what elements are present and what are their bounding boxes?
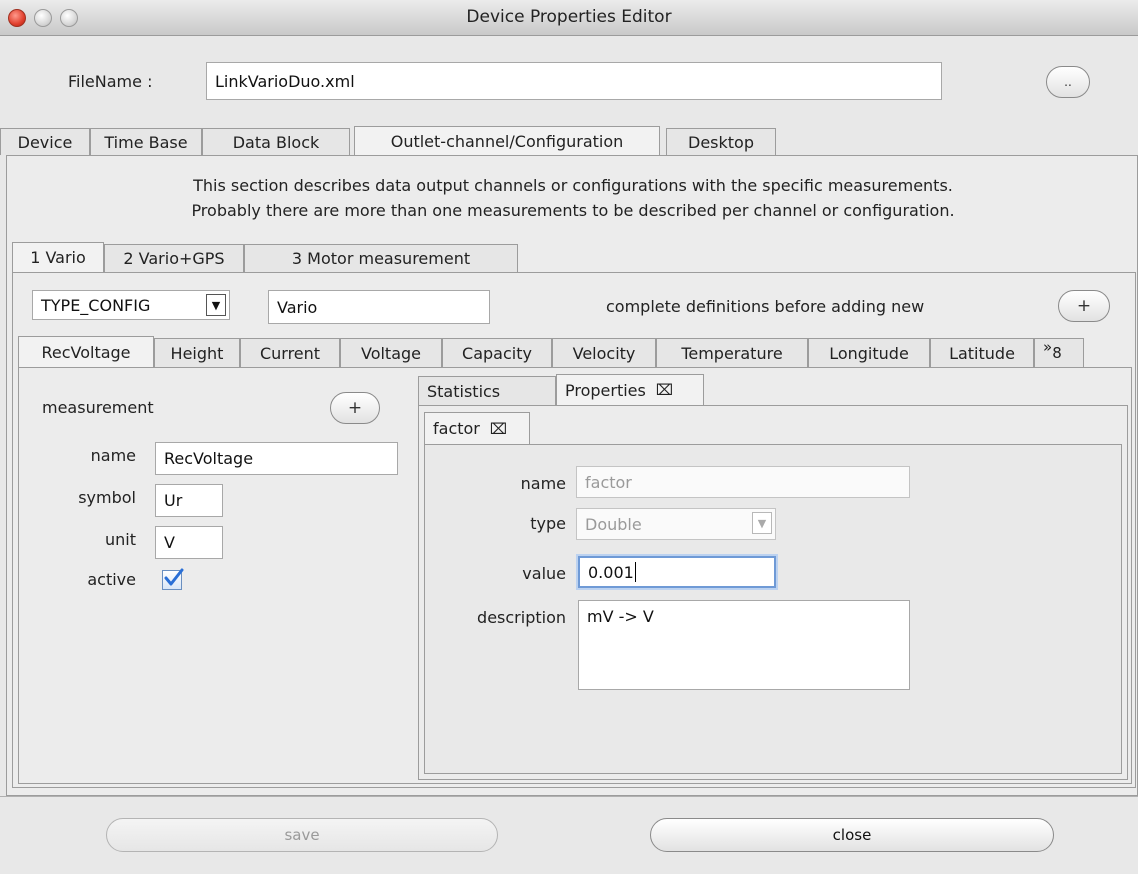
measurement-symbol-label: symbol bbox=[78, 488, 136, 507]
config-type-select[interactable]: TYPE_CONFIG bbox=[32, 290, 230, 320]
property-type-value: Double bbox=[585, 514, 642, 534]
tab-data-block[interactable]: Data Block bbox=[202, 128, 350, 155]
property-value-label: value bbox=[522, 564, 566, 583]
tab-measurement-latitude[interactable]: Latitude bbox=[930, 338, 1034, 367]
tab-desktop[interactable]: Desktop bbox=[666, 128, 776, 155]
property-description-label: description bbox=[477, 608, 566, 627]
property-value-text: 0.001 bbox=[588, 562, 634, 582]
tab-measurement-longitude[interactable]: Longitude bbox=[808, 338, 930, 367]
chevron-right-double-icon: » bbox=[1043, 338, 1053, 356]
tab-device[interactable]: Device bbox=[0, 128, 90, 155]
measurement-unit-field[interactable]: V bbox=[155, 526, 223, 559]
tab-measurement-capacity[interactable]: Capacity bbox=[442, 338, 552, 367]
window-title: Device Properties Editor bbox=[466, 7, 672, 27]
checkmark-icon bbox=[164, 568, 184, 586]
save-button[interactable]: save bbox=[106, 818, 498, 852]
tab-properties-label: Properties bbox=[565, 380, 646, 400]
close-tab-icon[interactable]: ⌧ bbox=[656, 381, 673, 399]
section-description-line2: Probably there are more than one measure… bbox=[191, 201, 955, 220]
property-value-field[interactable]: 0.001 bbox=[578, 556, 776, 588]
tabs-overflow-count: 8 bbox=[1052, 344, 1062, 362]
config-type-value: TYPE_CONFIG bbox=[41, 295, 151, 315]
tab-statistics[interactable]: Statistics bbox=[418, 376, 556, 405]
property-name-field[interactable]: factor bbox=[576, 466, 910, 498]
chevron-down-icon[interactable]: ▼ bbox=[206, 294, 226, 316]
property-name-label: name bbox=[520, 474, 566, 493]
close-button[interactable]: close bbox=[650, 818, 1054, 852]
tab-measurement-height[interactable]: Height bbox=[154, 338, 240, 367]
measurement-active-checkbox[interactable] bbox=[162, 568, 184, 590]
measurement-unit-label: unit bbox=[105, 530, 136, 549]
tab-factor-label: factor bbox=[433, 419, 480, 438]
property-description-textarea[interactable]: mV -> V bbox=[578, 600, 910, 690]
config-hint-text: complete definitions before adding new bbox=[606, 297, 925, 316]
browse-button[interactable]: .. bbox=[1046, 66, 1090, 98]
tab-properties[interactable]: Properties ⌧ bbox=[556, 374, 704, 405]
measurement-name-field[interactable]: RecVoltage bbox=[155, 442, 398, 475]
tab-measurement-voltage[interactable]: Voltage bbox=[340, 338, 442, 367]
text-cursor bbox=[634, 562, 636, 582]
tab-measurement-velocity[interactable]: Velocity bbox=[552, 338, 656, 367]
filename-label: FileName : bbox=[68, 72, 153, 91]
tab-time-base[interactable]: Time Base bbox=[90, 128, 202, 155]
add-measurement-button[interactable]: + bbox=[330, 392, 380, 424]
property-type-label: type bbox=[530, 514, 566, 533]
tabs-overflow-button[interactable]: » 8 bbox=[1034, 338, 1084, 367]
add-configuration-button[interactable]: + bbox=[1058, 290, 1110, 322]
config-name-field[interactable]: Vario bbox=[268, 290, 490, 324]
measurement-active-label: active bbox=[87, 570, 136, 589]
property-type-select[interactable]: Double bbox=[576, 508, 776, 540]
measurement-heading: measurement bbox=[42, 398, 154, 417]
tab-channel-3-motor-measurement[interactable]: 3 Motor measurement bbox=[244, 244, 518, 272]
chevron-down-icon[interactable]: ▼ bbox=[752, 512, 772, 534]
close-tab-icon[interactable]: ⌧ bbox=[490, 420, 507, 438]
tab-channel-2-vario-gps[interactable]: 2 Vario+GPS bbox=[104, 244, 244, 272]
tab-outlet-channel-configuration[interactable]: Outlet-channel/Configuration bbox=[354, 126, 660, 156]
tab-measurement-current[interactable]: Current bbox=[240, 338, 340, 367]
section-description-line1: This section describes data output chann… bbox=[193, 176, 953, 195]
filename-field[interactable]: LinkVarioDuo.xml bbox=[206, 62, 942, 100]
measurement-symbol-field[interactable]: Ur bbox=[155, 484, 223, 517]
measurement-name-label: name bbox=[90, 446, 136, 465]
tab-factor[interactable]: factor ⌧ bbox=[424, 412, 530, 444]
tab-measurement-recvoltage[interactable]: RecVoltage bbox=[18, 336, 154, 367]
tab-channel-1-vario[interactable]: 1 Vario bbox=[12, 242, 104, 272]
tab-measurement-temperature[interactable]: Temperature bbox=[656, 338, 808, 367]
title-bar: Device Properties Editor bbox=[0, 0, 1138, 36]
